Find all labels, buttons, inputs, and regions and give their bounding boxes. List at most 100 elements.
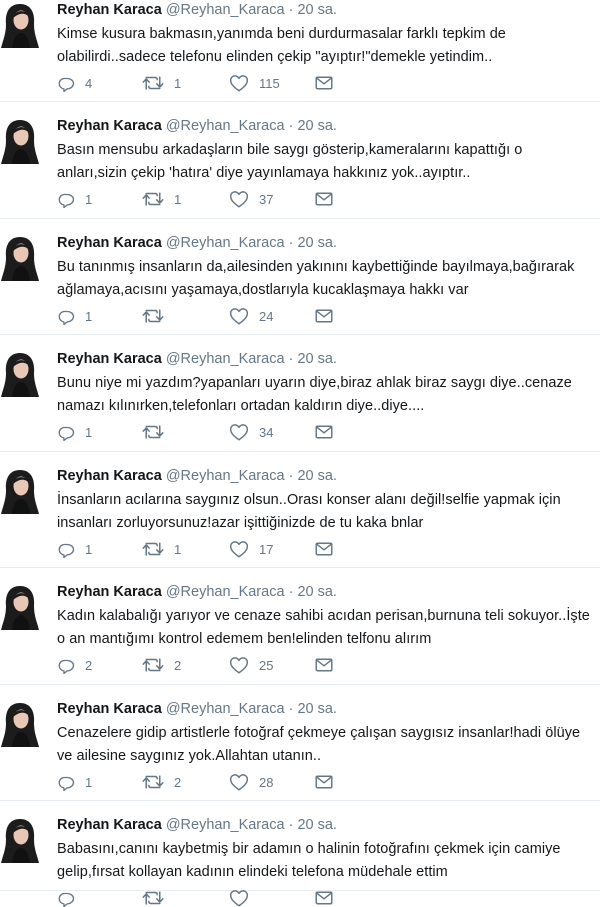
like-button[interactable]: 24: [229, 307, 315, 325]
tweet-content: Reyhan Karaca @Reyhan_Karaca · 20 sa. Bu…: [57, 350, 594, 418]
tweet[interactable]: Reyhan Karaca @Reyhan_Karaca · 20 sa. Bu…: [0, 335, 600, 452]
envelope-icon: [315, 541, 333, 557]
like-count: 115: [259, 75, 280, 91]
avatar[interactable]: [0, 116, 40, 164]
heart-icon: [229, 540, 249, 558]
user-handle[interactable]: @Reyhan_Karaca: [166, 468, 285, 484]
direct-message-button[interactable]: [315, 308, 333, 324]
display-name[interactable]: Reyhan Karaca: [57, 701, 162, 717]
timestamp[interactable]: 20 sa.: [297, 351, 337, 367]
tweet-content: Reyhan Karaca @Reyhan_Karaca · 20 sa. Ka…: [57, 583, 594, 651]
tweet[interactable]: Reyhan Karaca @Reyhan_Karaca · 20 sa. Ce…: [0, 685, 600, 801]
direct-message-button[interactable]: [315, 774, 333, 790]
reply-button[interactable]: 1: [57, 773, 142, 791]
heart-icon: [229, 307, 249, 325]
tweet[interactable]: Reyhan Karaca @Reyhan_Karaca · 20 sa. Ki…: [0, 0, 600, 102]
like-button[interactable]: 25: [229, 656, 315, 674]
reply-icon: [57, 74, 75, 92]
retweet-icon: [142, 190, 164, 208]
timestamp[interactable]: 20 sa.: [297, 235, 337, 251]
display-name[interactable]: Reyhan Karaca: [57, 584, 162, 600]
reply-count: 1: [85, 424, 93, 440]
tweet[interactable]: Reyhan Karaca @Reyhan_Karaca · 20 sa. Bu…: [0, 219, 600, 335]
reply-button[interactable]: 4: [57, 74, 142, 92]
display-name[interactable]: Reyhan Karaca: [57, 235, 162, 251]
tweet[interactable]: Reyhan Karaca @Reyhan_Karaca · 20 sa. Ba…: [0, 801, 600, 907]
tweet-content: Reyhan Karaca @Reyhan_Karaca · 20 sa. İn…: [57, 467, 594, 535]
user-handle[interactable]: @Reyhan_Karaca: [166, 2, 285, 18]
avatar[interactable]: [0, 0, 40, 48]
separator-dot: ·: [288, 584, 294, 600]
tweet-text: Bunu niye mi yazdım?yapanları uyarın diy…: [57, 375, 572, 414]
display-name[interactable]: Reyhan Karaca: [57, 468, 162, 484]
direct-message-button[interactable]: [315, 75, 333, 91]
tweet-text: Kadın kalabalığı yarıyor ve cenaze sahib…: [57, 608, 590, 647]
tweet[interactable]: Reyhan Karaca @Reyhan_Karaca · 20 sa. Ka…: [0, 568, 600, 685]
like-button[interactable]: 37: [229, 190, 315, 208]
display-name[interactable]: Reyhan Karaca: [57, 817, 162, 833]
tweet-actions: 4 1 115: [57, 74, 333, 92]
timestamp[interactable]: 20 sa.: [297, 2, 337, 18]
direct-message-button[interactable]: [315, 657, 333, 673]
retweet-button[interactable]: 2: [142, 773, 229, 791]
user-handle[interactable]: @Reyhan_Karaca: [166, 817, 285, 833]
retweet-button[interactable]: 2: [142, 656, 229, 674]
user-handle[interactable]: @Reyhan_Karaca: [166, 118, 285, 134]
tweet-header: Reyhan Karaca @Reyhan_Karaca · 20 sa.: [57, 700, 594, 718]
user-handle[interactable]: @Reyhan_Karaca: [166, 584, 285, 600]
envelope-icon: [315, 657, 333, 673]
retweet-button[interactable]: [142, 307, 229, 325]
retweet-icon: [142, 889, 164, 907]
timestamp[interactable]: 20 sa.: [297, 468, 337, 484]
retweet-count: 1: [174, 75, 182, 91]
like-count: 28: [259, 774, 274, 790]
tweet[interactable]: Reyhan Karaca @Reyhan_Karaca · 20 sa. Ba…: [0, 102, 600, 219]
display-name[interactable]: Reyhan Karaca: [57, 351, 162, 367]
like-button[interactable]: 17: [229, 540, 315, 558]
envelope-icon: [315, 75, 333, 91]
user-handle[interactable]: @Reyhan_Karaca: [166, 701, 285, 717]
avatar[interactable]: [0, 349, 40, 397]
timestamp[interactable]: 20 sa.: [297, 118, 337, 134]
like-button[interactable]: 115: [229, 74, 315, 92]
avatar[interactable]: [0, 582, 40, 630]
heart-icon: [229, 423, 249, 441]
retweet-button[interactable]: [142, 889, 229, 907]
direct-message-button[interactable]: [315, 424, 333, 440]
avatar[interactable]: [0, 699, 40, 747]
tweet[interactable]: Reyhan Karaca @Reyhan_Karaca · 20 sa. İn…: [0, 452, 600, 568]
retweet-button[interactable]: 1: [142, 74, 229, 92]
direct-message-button[interactable]: [315, 541, 333, 557]
timestamp[interactable]: 20 sa.: [297, 817, 337, 833]
reply-button[interactable]: 1: [57, 540, 142, 558]
display-name[interactable]: Reyhan Karaca: [57, 118, 162, 134]
reply-button[interactable]: 1: [57, 190, 142, 208]
like-button[interactable]: 34: [229, 423, 315, 441]
avatar[interactable]: [0, 815, 40, 863]
avatar[interactable]: [0, 466, 40, 514]
reply-button[interactable]: 1: [57, 423, 142, 441]
reply-icon: [57, 773, 75, 791]
retweet-button[interactable]: 1: [142, 540, 229, 558]
retweet-button[interactable]: 1: [142, 190, 229, 208]
direct-message-button[interactable]: [315, 191, 333, 207]
reply-button[interactable]: 2: [57, 656, 142, 674]
timestamp[interactable]: 20 sa.: [297, 701, 337, 717]
like-button[interactable]: [229, 889, 315, 907]
timestamp[interactable]: 20 sa.: [297, 584, 337, 600]
reply-button[interactable]: 1: [57, 307, 142, 325]
retweet-count: 1: [174, 191, 182, 207]
reply-icon: [57, 889, 75, 907]
separator-dot: ·: [288, 351, 294, 367]
avatar[interactable]: [0, 233, 40, 281]
display-name[interactable]: Reyhan Karaca: [57, 2, 162, 18]
direct-message-button[interactable]: [315, 890, 333, 906]
like-button[interactable]: 28: [229, 773, 315, 791]
user-handle[interactable]: @Reyhan_Karaca: [166, 351, 285, 367]
tweet-header: Reyhan Karaca @Reyhan_Karaca · 20 sa.: [57, 1, 594, 19]
user-handle[interactable]: @Reyhan_Karaca: [166, 235, 285, 251]
reply-button[interactable]: [57, 889, 142, 907]
reply-count: 1: [85, 774, 93, 790]
retweet-button[interactable]: [142, 423, 229, 441]
heart-icon: [229, 190, 249, 208]
